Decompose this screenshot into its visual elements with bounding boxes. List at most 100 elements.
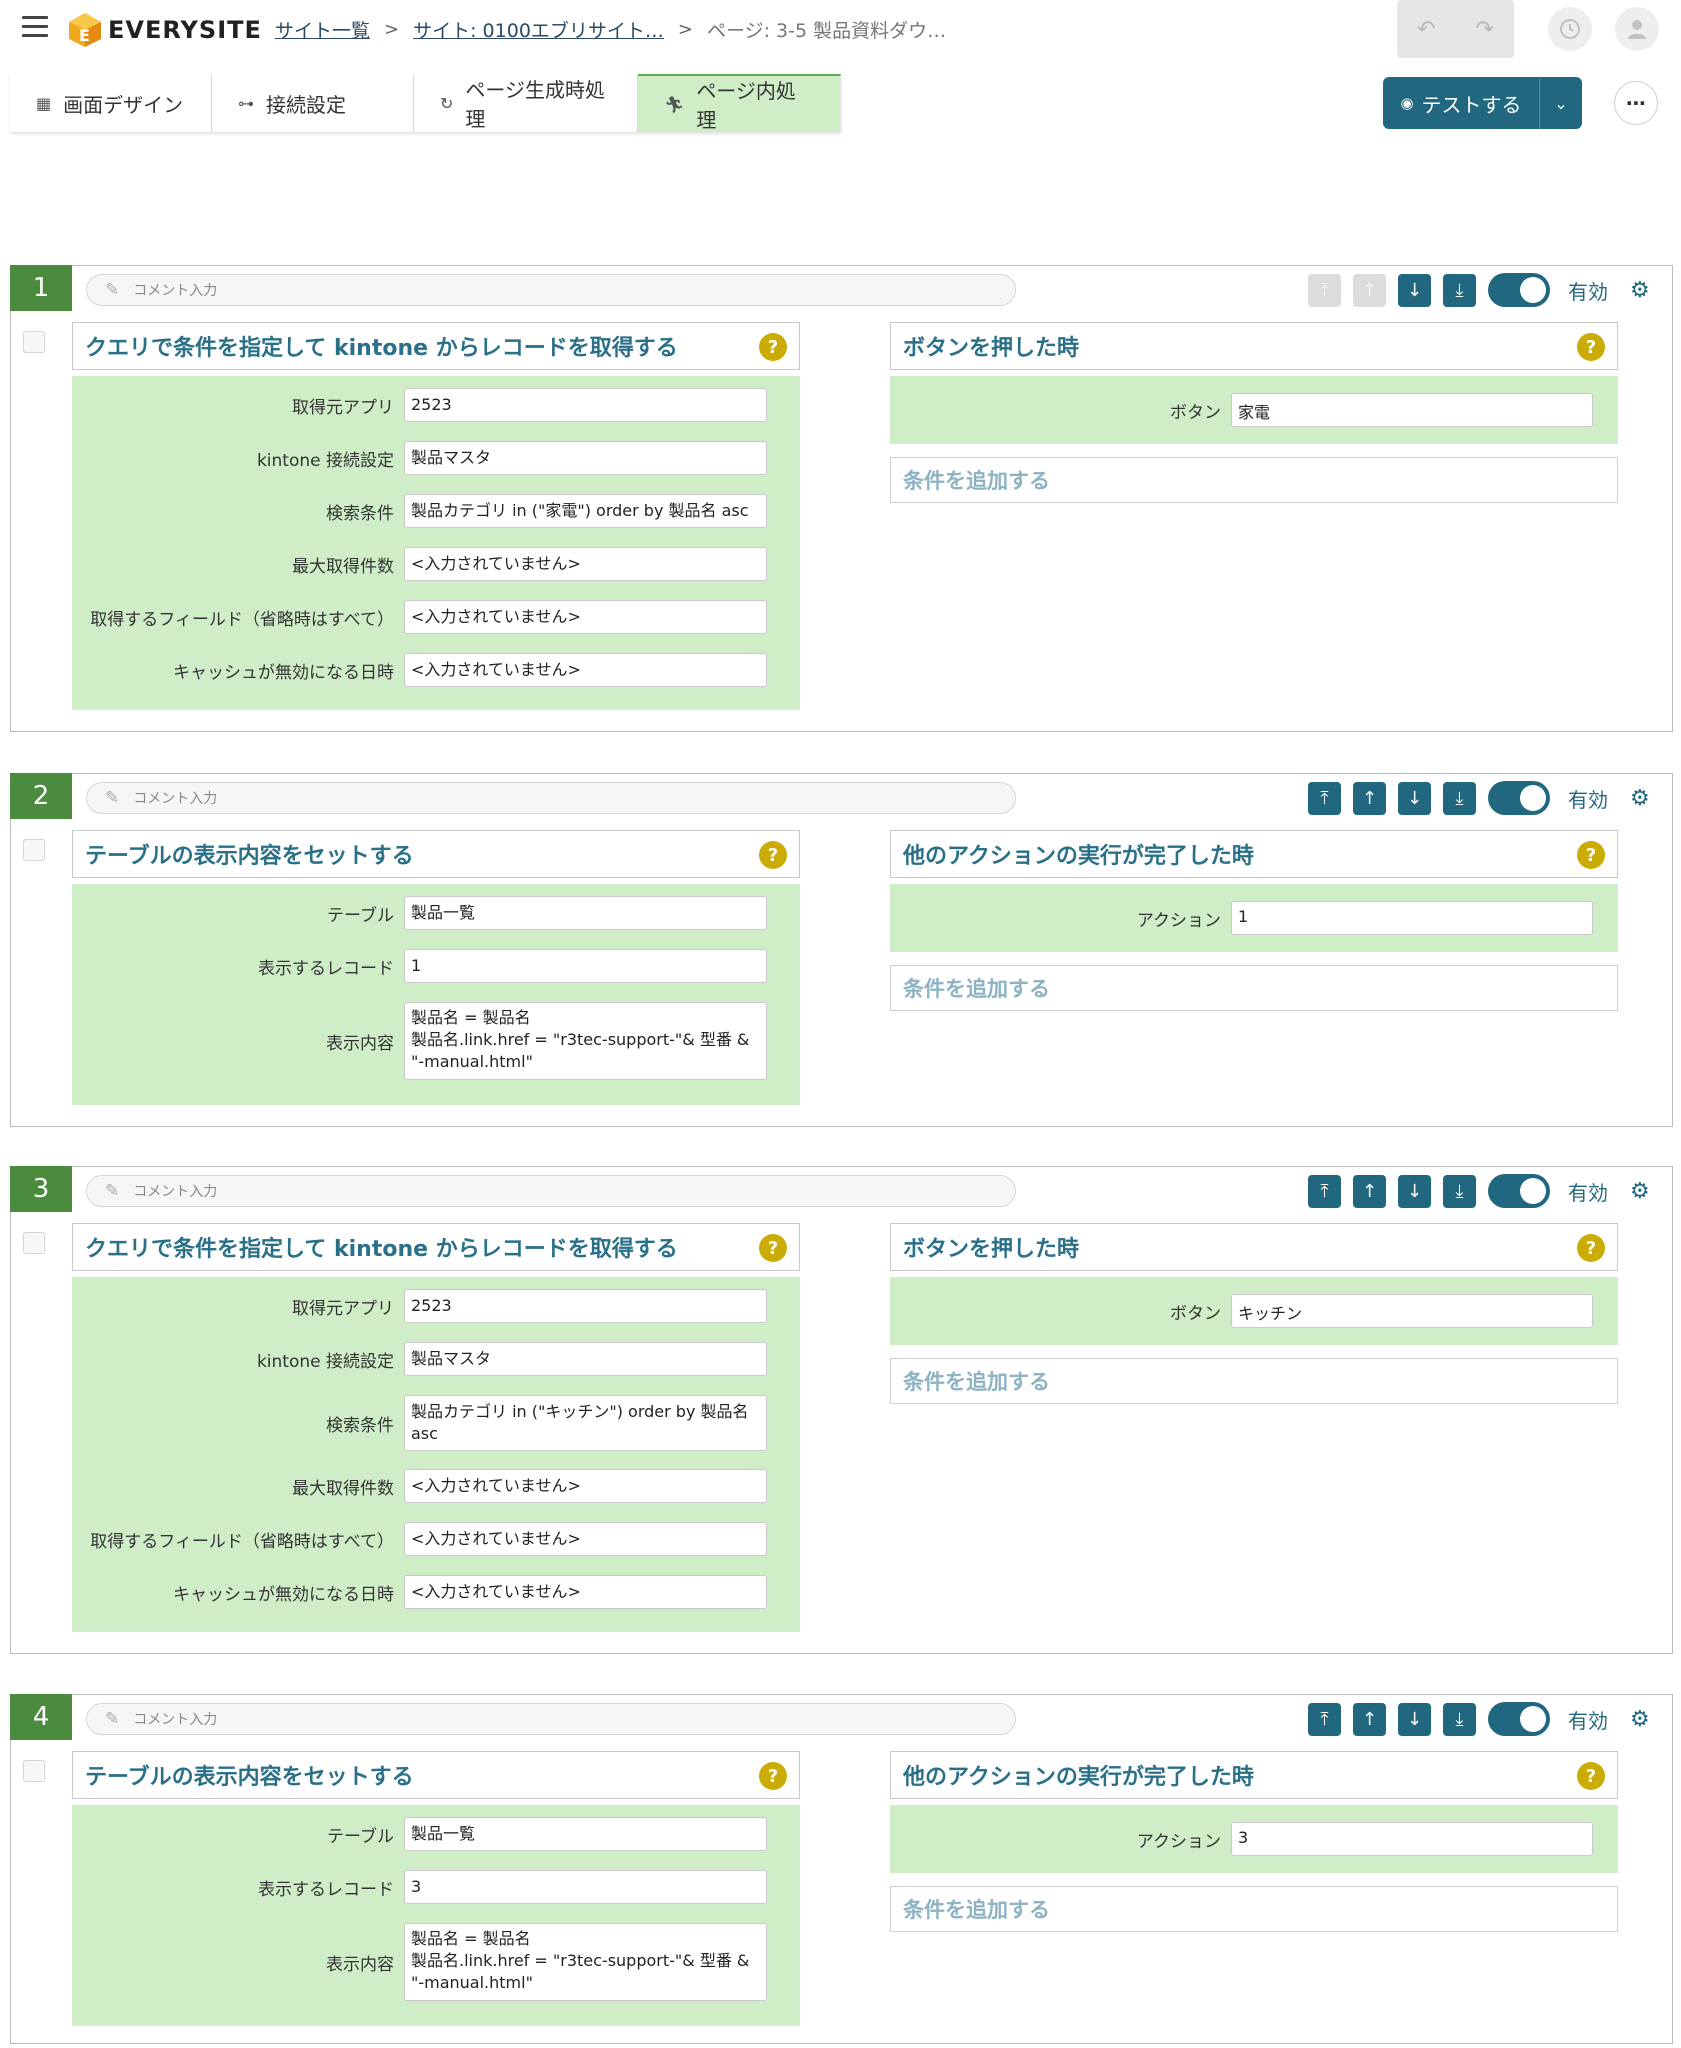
comment-input[interactable]: ✎ コメント入力 bbox=[86, 782, 1016, 814]
tab-in-page-processing[interactable]: 🏃︎ ページ内処理 bbox=[638, 74, 841, 132]
field-value[interactable]: 製品一覧 bbox=[404, 1817, 767, 1851]
trigger-field-label: アクション bbox=[1136, 1831, 1221, 1852]
field-value[interactable]: 2523 bbox=[404, 388, 767, 422]
move-top-icon[interactable]: ⤒ bbox=[1308, 1702, 1341, 1736]
test-button-label: テストする bbox=[1421, 92, 1522, 117]
trigger-field-value[interactable]: 家電 bbox=[1231, 393, 1593, 427]
action-title[interactable]: テーブルの表示内容をセットする ? bbox=[72, 830, 800, 878]
help-icon[interactable]: ? bbox=[759, 333, 787, 361]
action-title[interactable]: クエリで条件を指定して kintone からレコードを取得する ? bbox=[72, 322, 800, 370]
field-value[interactable]: 3 bbox=[404, 1870, 767, 1904]
help-icon[interactable]: ? bbox=[759, 1234, 787, 1262]
field-value[interactable]: 製品マスタ bbox=[404, 441, 767, 475]
trigger-title[interactable]: ボタンを押した時 ? bbox=[890, 322, 1618, 370]
user-icon bbox=[1628, 20, 1646, 39]
gear-icon[interactable]: ⚙ bbox=[1630, 786, 1650, 811]
gear-icon[interactable]: ⚙ bbox=[1630, 278, 1650, 303]
trigger-field-value[interactable]: 3 bbox=[1231, 1822, 1593, 1856]
move-bottom-icon[interactable]: ⤓ bbox=[1443, 1702, 1476, 1736]
trigger-title[interactable]: 他のアクションの実行が完了した時 ? bbox=[890, 830, 1618, 878]
undo-icon[interactable]: ↶ bbox=[1417, 17, 1435, 42]
more-options-icon[interactable]: ⋯ bbox=[1614, 81, 1658, 125]
test-button[interactable]: ◉ テストする ⌄ bbox=[1383, 77, 1582, 129]
comment-input[interactable]: ✎ コメント入力 bbox=[86, 274, 1016, 306]
help-icon[interactable]: ? bbox=[1577, 1762, 1605, 1790]
menu-icon[interactable] bbox=[22, 16, 48, 38]
help-icon[interactable]: ? bbox=[759, 841, 787, 869]
move-bottom-icon[interactable]: ⤓ bbox=[1443, 1174, 1476, 1208]
field-value[interactable]: 製品名 = 製品名 製品名.link.href = "r3tec-support… bbox=[404, 1923, 767, 2001]
action-title[interactable]: クエリで条件を指定して kintone からレコードを取得する ? bbox=[72, 1223, 800, 1271]
enabled-toggle[interactable] bbox=[1488, 273, 1550, 307]
tab-screen-design[interactable]: ▦ 画面デザイン bbox=[10, 74, 212, 132]
field-row: キャッシュが無効になる日時 <入力されていません> bbox=[72, 1575, 767, 1609]
help-icon[interactable]: ? bbox=[1577, 841, 1605, 869]
field-value[interactable]: <入力されていません> bbox=[404, 653, 767, 687]
field-value[interactable]: <入力されていません> bbox=[404, 547, 767, 581]
field-value[interactable]: 2523 bbox=[404, 1289, 767, 1323]
move-up-icon[interactable]: ↑ bbox=[1353, 273, 1386, 307]
field-value[interactable]: 製品一覧 bbox=[404, 896, 767, 930]
field-value[interactable]: 製品カテゴリ in ("キッチン") order by 製品名 asc bbox=[404, 1395, 767, 1451]
trigger-field-value[interactable]: キッチン bbox=[1231, 1294, 1593, 1328]
move-top-icon[interactable]: ⤒ bbox=[1308, 1174, 1341, 1208]
action-title[interactable]: テーブルの表示内容をセットする ? bbox=[72, 1751, 800, 1799]
add-condition-button[interactable]: 条件を追加する bbox=[890, 965, 1618, 1011]
breadcrumb-site[interactable]: サイト: 0100エブリサイト… bbox=[413, 16, 664, 43]
block-checkbox[interactable] bbox=[23, 331, 45, 353]
move-bottom-icon[interactable]: ⤓ bbox=[1443, 273, 1476, 307]
move-top-icon[interactable]: ⤒ bbox=[1308, 273, 1341, 307]
field-value[interactable]: 1 bbox=[404, 949, 767, 983]
history-button[interactable] bbox=[1548, 7, 1592, 51]
tab-connection-settings[interactable]: ⊶ 接続設定 bbox=[212, 74, 414, 132]
enabled-toggle[interactable] bbox=[1488, 781, 1550, 815]
block-checkbox[interactable] bbox=[23, 1232, 45, 1254]
add-condition-button[interactable]: 条件を追加する bbox=[890, 457, 1618, 503]
redo-icon[interactable]: ↷ bbox=[1476, 17, 1494, 42]
enabled-toggle[interactable] bbox=[1488, 1174, 1550, 1208]
field-value[interactable]: 製品名 = 製品名 製品名.link.href = "r3tec-support… bbox=[404, 1002, 767, 1080]
block-checkbox[interactable] bbox=[23, 1760, 45, 1782]
action-title-text: クエリで条件を指定して kintone からレコードを取得する bbox=[85, 1237, 678, 1262]
trigger-field-value[interactable]: 1 bbox=[1231, 901, 1593, 935]
field-value[interactable]: <入力されていません> bbox=[404, 1469, 767, 1503]
move-down-icon[interactable]: ↓ bbox=[1398, 781, 1431, 815]
breadcrumb-site-list[interactable]: サイト一覧 bbox=[275, 16, 370, 43]
help-icon[interactable]: ? bbox=[1577, 1234, 1605, 1262]
move-down-icon[interactable]: ↓ bbox=[1398, 1174, 1431, 1208]
move-top-icon[interactable]: ⤒ bbox=[1308, 781, 1341, 815]
action-settings: テーブル 製品一覧 表示するレコード 1 表示内容 製品名 = 製品名 製品名.… bbox=[72, 884, 800, 1105]
move-up-icon[interactable]: ↑ bbox=[1353, 781, 1386, 815]
field-value[interactable]: <入力されていません> bbox=[404, 600, 767, 634]
move-up-icon[interactable]: ↑ bbox=[1353, 1174, 1386, 1208]
move-down-icon[interactable]: ↓ bbox=[1398, 1702, 1431, 1736]
tab-page-generation[interactable]: ↻ ページ生成時処理 bbox=[414, 74, 638, 132]
chevron-down-icon[interactable]: ⌄ bbox=[1540, 77, 1582, 129]
add-condition-button[interactable]: 条件を追加する bbox=[890, 1358, 1618, 1404]
block-checkbox[interactable] bbox=[23, 839, 45, 861]
gear-icon[interactable]: ⚙ bbox=[1630, 1707, 1650, 1732]
layout-icon: ▦ bbox=[36, 93, 52, 113]
move-up-icon[interactable]: ↑ bbox=[1353, 1702, 1386, 1736]
enabled-label: 有効 bbox=[1568, 279, 1608, 304]
test-button-main[interactable]: ◉ テストする bbox=[1383, 77, 1540, 129]
move-down-icon[interactable]: ↓ bbox=[1398, 273, 1431, 307]
move-bottom-icon[interactable]: ⤓ bbox=[1443, 781, 1476, 815]
user-button[interactable] bbox=[1615, 7, 1659, 51]
field-label: 表示するレコード bbox=[258, 958, 394, 979]
logo[interactable]: E EVERYSITE bbox=[68, 10, 262, 50]
field-label: 最大取得件数 bbox=[292, 1478, 394, 1499]
comment-input[interactable]: ✎ コメント入力 bbox=[86, 1703, 1016, 1735]
help-icon[interactable]: ? bbox=[1577, 333, 1605, 361]
help-icon[interactable]: ? bbox=[759, 1762, 787, 1790]
comment-input[interactable]: ✎ コメント入力 bbox=[86, 1175, 1016, 1207]
trigger-title[interactable]: 他のアクションの実行が完了した時 ? bbox=[890, 1751, 1618, 1799]
field-value[interactable]: 製品マスタ bbox=[404, 1342, 767, 1376]
trigger-title[interactable]: ボタンを押した時 ? bbox=[890, 1223, 1618, 1271]
field-value[interactable]: <入力されていません> bbox=[404, 1522, 767, 1556]
field-value[interactable]: 製品カテゴリ in ("家電") order by 製品名 asc bbox=[404, 494, 767, 528]
add-condition-button[interactable]: 条件を追加する bbox=[890, 1886, 1618, 1932]
field-value[interactable]: <入力されていません> bbox=[404, 1575, 767, 1609]
gear-icon[interactable]: ⚙ bbox=[1630, 1179, 1650, 1204]
enabled-toggle[interactable] bbox=[1488, 1702, 1550, 1736]
